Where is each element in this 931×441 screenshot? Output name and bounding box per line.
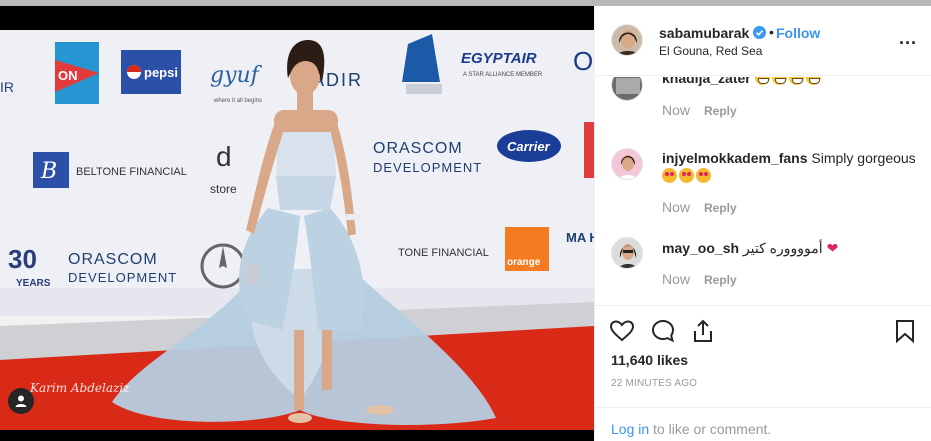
likes-count[interactable]: 11,640 likes <box>611 352 688 368</box>
login-prompt: Log in to like or comment. <box>595 407 931 441</box>
share-icon[interactable] <box>690 318 716 344</box>
more-options-icon[interactable]: ... <box>899 28 917 49</box>
beltone-logo-text: BELTONE FINANCIAL <box>76 166 187 178</box>
author-avatar[interactable] <box>611 24 643 56</box>
heart-eyes-emoji-icon <box>662 168 677 183</box>
comment-meta: Now Reply <box>662 199 737 215</box>
on-channel-logo: ON <box>55 42 99 104</box>
heart-eyes-emoji-icon <box>696 168 711 183</box>
carrier-logo-text: Carrier <box>507 139 551 154</box>
iris-logo-text: IR <box>0 79 14 95</box>
red-heart-emoji-icon: ❤ <box>826 240 839 256</box>
years-text: YEARS <box>16 278 51 289</box>
commenter-avatar[interactable] <box>611 148 643 180</box>
post-header: sabamubarak • Follow El Gouna, Red Sea .… <box>595 6 931 76</box>
mai-heights-text: MA HEIG <box>566 230 594 245</box>
comment-username[interactable]: khadija_zater <box>662 77 751 86</box>
heart-icon[interactable] <box>609 318 635 344</box>
grin-emoji-icon <box>754 77 770 85</box>
commenter-avatar[interactable] <box>611 77 643 101</box>
media-letterbox-bottom <box>0 430 594 441</box>
comment-meta: Now Reply <box>662 102 737 118</box>
commenter-avatar[interactable] <box>611 237 643 269</box>
pepsi-logo: pepsi <box>121 50 181 94</box>
comment-body: Simply gorgeous <box>811 150 916 166</box>
svg-text:d: d <box>216 141 232 172</box>
orascom-logo-text-1: ORASCOM <box>373 140 463 157</box>
d-store-text: store <box>210 182 237 196</box>
development-text-1: DEVELOPMENT <box>373 160 482 175</box>
orange-logo: orange <box>505 227 549 271</box>
development-text-2: DEVELOPMENT <box>68 270 177 285</box>
tone-financial-text: TONE FINANCIAL <box>398 247 489 259</box>
media-letterbox-top <box>0 6 594 30</box>
comment-text: injyelmokkadem_fans Simply gorgeous <box>662 149 920 185</box>
grin-emoji-icon <box>805 77 821 85</box>
login-prompt-text: to like or comment. <box>649 421 772 437</box>
egyptair-logo-text: EGYPTAIR <box>461 50 537 67</box>
comment-icon[interactable] <box>650 318 676 344</box>
heart-eyes-emoji-icon <box>679 168 694 183</box>
grin-emoji-icon <box>771 77 787 85</box>
orange-logo-text: orange <box>507 257 541 268</box>
comment-meta: Now Reply <box>662 271 737 287</box>
reply-button[interactable]: Reply <box>704 273 737 287</box>
post-side-panel: sabamubarak • Follow El Gouna, Red Sea .… <box>594 6 931 441</box>
tagged-users-icon[interactable] <box>8 388 34 414</box>
author-username[interactable]: sabamubarak <box>659 25 749 41</box>
gouna-film-festival-logo: gyuf where it all begins <box>210 63 263 104</box>
bookmark-icon[interactable] <box>892 318 918 344</box>
red-carpet-photo: IR ON pepsi gyuf where it all begins ADI… <box>0 30 594 430</box>
svg-text:B: B <box>40 159 57 184</box>
verified-badge-icon <box>753 26 766 39</box>
egyptair-sub-text: A STAR ALLIANCE MEMBER <box>463 72 543 78</box>
carrier-logo: Carrier <box>497 130 561 162</box>
comment-username[interactable]: may_oo_sh <box>662 240 739 256</box>
comments-list[interactable]: khadija_zater Now Reply injyelmokkadem_fa… <box>595 77 931 305</box>
comment-time: Now <box>662 271 691 287</box>
on-logo-text: ON <box>58 68 78 83</box>
separator-dot: • <box>769 24 774 40</box>
comment-username[interactable]: injyelmokkadem_fans <box>662 150 808 166</box>
comment-text: khadija_zater <box>662 77 920 87</box>
post-location[interactable]: El Gouna, Red Sea <box>659 44 762 58</box>
comment-time: Now <box>662 199 691 215</box>
svg-text:O: O <box>573 46 593 76</box>
post-media[interactable]: IR ON pepsi gyuf where it all begins ADI… <box>0 6 594 441</box>
svg-text:where it all begins: where it all begins <box>213 98 262 104</box>
reply-button[interactable]: Reply <box>704 104 737 118</box>
comment-body: أمووووره كتير <box>742 240 823 256</box>
comment-time: Now <box>662 102 691 118</box>
user-icon <box>15 395 27 407</box>
comment-emojis <box>662 168 713 184</box>
photo-watermark-text: Karim Abdelaziz <box>29 381 130 395</box>
login-link[interactable]: Log in <box>611 421 649 437</box>
pepsi-logo-text: pepsi <box>144 65 178 80</box>
post-timestamp[interactable]: 22 MINUTES AGO <box>611 378 697 389</box>
orascom-logo-text-2: ORASCOM <box>68 251 158 268</box>
years-number-text: 30 <box>8 244 37 274</box>
post-actions: 11,640 likes 22 MINUTES AGO Log in to li… <box>595 305 931 441</box>
reply-button[interactable]: Reply <box>704 201 737 215</box>
comment-emojis <box>754 77 823 86</box>
comment-text: may_oo_sh أمووووره كتير ❤ <box>662 239 920 257</box>
post-photo[interactable]: IR ON pepsi gyuf where it all begins ADI… <box>0 30 594 430</box>
grin-emoji-icon <box>788 77 804 85</box>
svg-text:gyuf: gyuf <box>210 63 263 88</box>
follow-button[interactable]: Follow <box>776 25 820 41</box>
